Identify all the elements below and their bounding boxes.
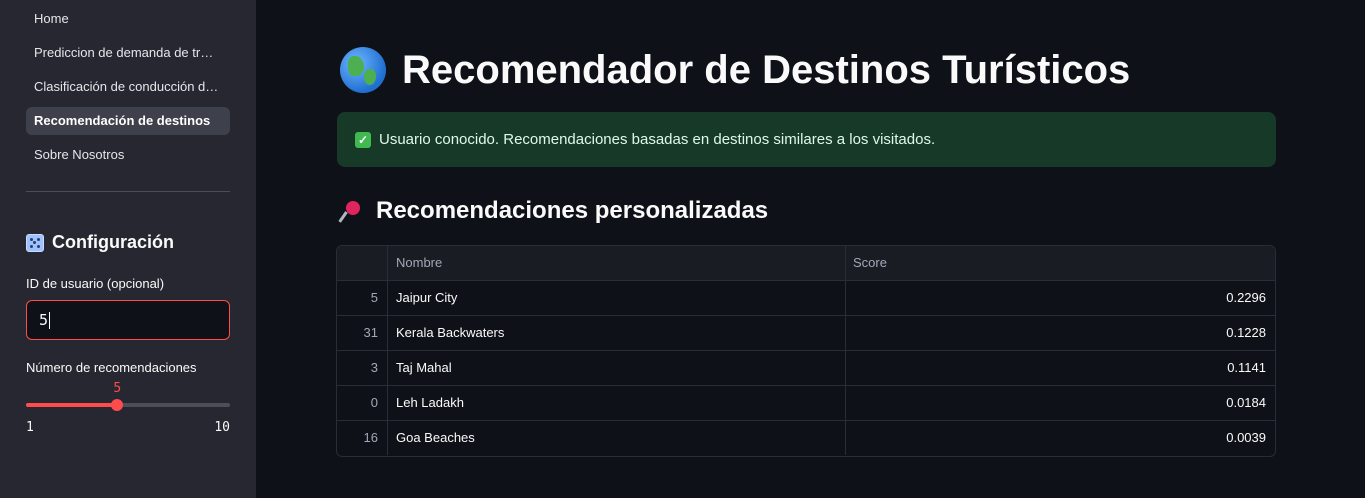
row-score: 0.2296 xyxy=(1226,290,1266,305)
page-title: Recomendador de Destinos Turísticos xyxy=(340,44,1130,96)
header-index xyxy=(337,246,388,280)
row-index: 31 xyxy=(337,316,388,350)
section-heading-text: Recomendaciones personalizadas xyxy=(376,197,769,224)
success-alert: ✓ Usuario conocido. Recomendaciones basa… xyxy=(337,112,1276,167)
row-score: 0.1141 xyxy=(1227,360,1266,375)
table-row[interactable]: 3 Taj Mahal 0.1141 xyxy=(337,351,1275,386)
table-header: Nombre Score xyxy=(337,246,1275,281)
sidebar-item-sobre-nosotros[interactable]: Sobre Nosotros xyxy=(26,141,230,169)
row-score: 0.0039 xyxy=(1226,430,1266,445)
num-recs-label: Número de recomendaciones xyxy=(26,360,197,375)
row-score: 0.1228 xyxy=(1226,325,1266,340)
sidebar: Home Prediccion de demanda de tr… Clasif… xyxy=(0,0,256,498)
user-id-value: 5 xyxy=(39,311,49,329)
table-row[interactable]: 0 Leh Ladakh 0.0184 xyxy=(337,386,1275,421)
header-nombre[interactable]: Nombre xyxy=(388,246,846,280)
row-nombre: Jaipur City xyxy=(388,281,846,315)
config-heading: Configuración xyxy=(26,232,174,253)
sidebar-item-clasificacion-conduccion[interactable]: Clasificación de conducción d… xyxy=(26,73,230,101)
slider-min: 1 xyxy=(26,420,34,435)
slider-fill xyxy=(26,403,118,407)
row-index: 3 xyxy=(337,351,388,385)
sidebar-item-recomendacion-destinos[interactable]: Recomendación de destinos xyxy=(26,107,230,135)
globe-icon xyxy=(340,47,386,93)
config-title: Configuración xyxy=(52,232,174,252)
recommendations-table: Nombre Score 5 Jaipur City 0.2296 31 Ker… xyxy=(336,245,1276,457)
table-row[interactable]: 31 Kerala Backwaters 0.1228 xyxy=(337,316,1275,351)
section-heading: Recomendaciones personalizadas xyxy=(340,197,768,225)
pin-icon xyxy=(340,199,364,223)
num-recs-slider[interactable] xyxy=(26,399,230,411)
row-index: 0 xyxy=(337,386,388,420)
sidebar-item-prediccion-demanda[interactable]: Prediccion de demanda de tr… xyxy=(26,39,230,67)
row-score: 0.0184 xyxy=(1226,395,1266,410)
row-nombre: Kerala Backwaters xyxy=(388,316,846,350)
row-nombre: Leh Ladakh xyxy=(388,386,846,420)
user-id-input[interactable]: 5 xyxy=(26,300,230,340)
sidebar-divider xyxy=(26,191,230,192)
slider-max: 10 xyxy=(214,420,230,435)
dice-icon xyxy=(26,233,44,252)
row-index: 5 xyxy=(337,281,388,315)
user-id-label: ID de usuario (opcional) xyxy=(26,276,165,291)
header-score[interactable]: Score xyxy=(846,246,1275,280)
sidebar-item-home[interactable]: Home xyxy=(26,5,230,33)
slider-thumb[interactable] xyxy=(111,399,124,411)
page-title-text: Recomendador de Destinos Turísticos xyxy=(402,47,1131,92)
slider-value: 5 xyxy=(113,381,122,396)
row-index: 16 xyxy=(337,421,388,455)
alert-text: Usuario conocido. Recomendaciones basada… xyxy=(379,131,936,148)
row-nombre: Goa Beaches xyxy=(388,421,846,455)
table-row[interactable]: 16 Goa Beaches 0.0039 xyxy=(337,421,1275,456)
table-row[interactable]: 5 Jaipur City 0.2296 xyxy=(337,281,1275,316)
check-icon: ✓ xyxy=(355,131,371,148)
row-nombre: Taj Mahal xyxy=(388,351,846,385)
